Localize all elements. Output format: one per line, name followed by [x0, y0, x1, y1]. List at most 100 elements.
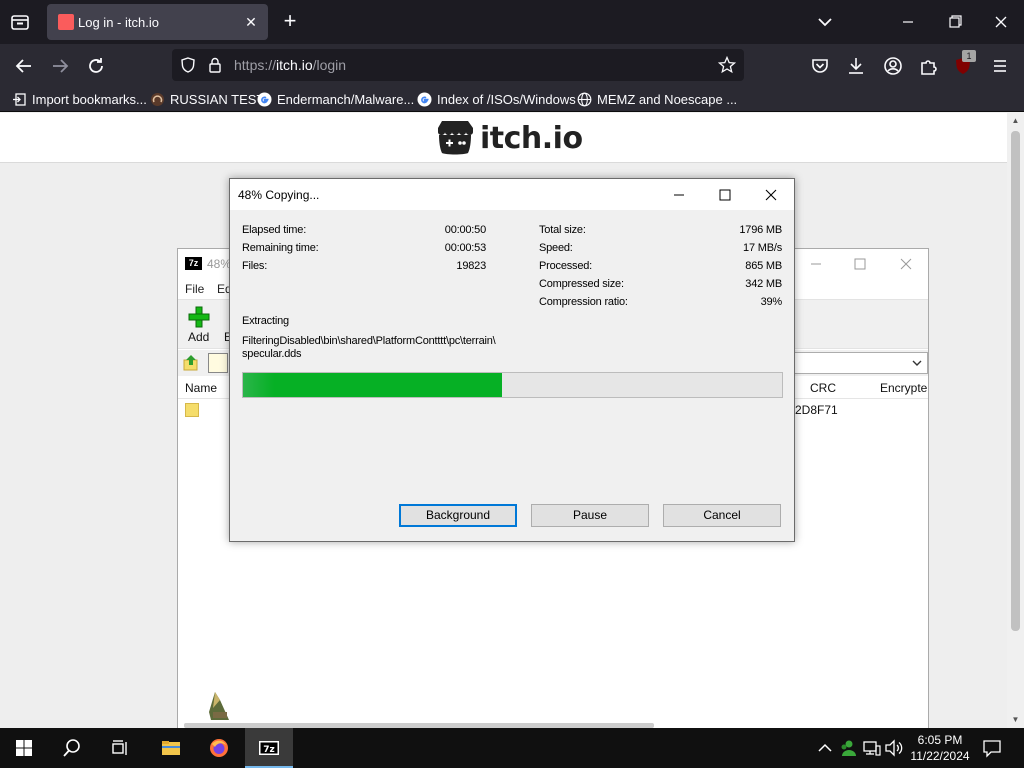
bookmark-memz-and-noescape[interactable]: MEMZ and Noescape ... — [577, 90, 737, 108]
people-tray-icon[interactable] — [838, 738, 858, 758]
column-encrypted[interactable]: Encrypte — [880, 381, 927, 395]
pause-button[interactable]: Pause — [531, 504, 649, 527]
system-clock[interactable]: 6:05 PM 11/22/2024 — [902, 732, 978, 764]
cancel-button[interactable]: Cancel — [663, 504, 781, 527]
add-button-label[interactable]: Add — [188, 330, 209, 344]
reload-icon[interactable] — [83, 53, 109, 79]
search-button[interactable] — [48, 728, 96, 768]
7zip-taskbar-button[interactable]: 7z — [245, 728, 293, 768]
remaining-time-label: Remaining time: — [242, 242, 319, 254]
page-scrollbar[interactable]: ▲ ▼ — [1007, 113, 1024, 728]
folder-icon — [162, 741, 180, 755]
volume-icon[interactable] — [884, 738, 904, 758]
scrollbar-thumb[interactable] — [1011, 131, 1020, 631]
minimize-icon[interactable] — [668, 185, 690, 205]
task-view-icon — [112, 740, 127, 755]
url-bar[interactable]: https://itch.io/login — [172, 49, 744, 81]
bookmark-endermanch-malware[interactable]: Endermanch/Malware... — [257, 90, 414, 108]
hamburger-menu-icon[interactable] — [987, 53, 1013, 79]
new-tab-icon[interactable]: + — [278, 10, 302, 34]
scroll-up-arrow-icon[interactable]: ▲ — [1011, 117, 1020, 125]
current-file-name: specular.dds — [242, 348, 302, 360]
row-crc: 2D8F71 — [795, 403, 838, 417]
bookmark-label: MEMZ and Noescape ... — [597, 91, 738, 107]
tracking-protection-shield-icon[interactable] — [180, 57, 196, 73]
progress-bar-fill — [243, 373, 502, 397]
close-icon[interactable] — [896, 255, 916, 273]
total-size-value: 1796 MB — [739, 224, 782, 236]
column-name[interactable]: Name — [185, 381, 217, 395]
itch-favicon-icon — [58, 14, 74, 30]
7zip-app-icon: 7z — [185, 257, 202, 270]
google-icon — [417, 92, 432, 106]
close-window-icon[interactable] — [986, 8, 1016, 36]
downloads-icon[interactable] — [843, 53, 869, 79]
dialog-title: 48% Copying... — [238, 188, 320, 202]
site-icon — [151, 92, 164, 106]
show-hidden-icons-chevron-icon[interactable] — [815, 738, 835, 758]
scroll-down-arrow-icon[interactable]: ▼ — [1011, 716, 1020, 724]
column-crc[interactable]: CRC — [810, 381, 836, 395]
bookmark-import-bookmarks[interactable]: Import bookmarks... — [12, 90, 147, 108]
globe-icon — [577, 92, 592, 106]
menu-file[interactable]: File — [185, 282, 204, 296]
back-arrow-icon[interactable] — [11, 53, 37, 79]
file-manager-title: 48% — [207, 257, 232, 271]
elapsed-time-label: Elapsed time: — [242, 224, 307, 236]
url-host: itch.io — [276, 57, 313, 73]
processed-label: Processed: — [539, 260, 593, 272]
firefox-view-icon[interactable] — [8, 10, 32, 34]
bookmark-star-icon[interactable] — [717, 55, 737, 74]
file-explorer-button[interactable] — [147, 728, 195, 768]
google-icon — [257, 92, 272, 106]
logo-text: itch.io — [480, 120, 583, 156]
folder-view-icon[interactable] — [208, 353, 228, 373]
itch-logo[interactable]: itch.io — [436, 120, 583, 156]
network-icon[interactable] — [862, 738, 882, 758]
pocket-icon[interactable] — [807, 53, 833, 79]
import-icon — [13, 92, 26, 106]
bookmark-label: Index of /ISOs/Windows — [437, 91, 576, 107]
compressed-size-label: Compressed size: — [539, 278, 624, 290]
chevron-down-icon — [912, 360, 922, 366]
maximize-icon[interactable] — [714, 185, 736, 205]
dialog-titlebar[interactable]: 48% Copying... — [230, 179, 794, 210]
restore-window-icon[interactable] — [940, 8, 970, 36]
clock-time: 6:05 PM — [917, 733, 963, 747]
bookmark-index-of-isos-windows[interactable]: Index of /ISOs/Windows — [417, 90, 576, 108]
list-all-tabs-chevron-icon[interactable] — [814, 12, 836, 32]
close-icon[interactable] — [760, 185, 782, 205]
bookmark-russian-test[interactable]: RUSSIAN TEST — [150, 90, 264, 108]
add-plus-icon[interactable] — [188, 306, 210, 328]
windows-logo-icon — [16, 740, 32, 756]
remaining-time-value: 00:00:53 — [444, 242, 486, 254]
folder-icon — [185, 403, 199, 417]
firefox-taskbar-button[interactable] — [195, 728, 243, 768]
firefox-icon — [210, 739, 228, 757]
browser-nav-bar: https://itch.io/login 1 — [0, 44, 1024, 86]
path-dropdown[interactable] — [792, 352, 928, 374]
task-view-button[interactable] — [96, 728, 144, 768]
lock-icon[interactable] — [207, 56, 223, 74]
close-tab-icon[interactable]: ✕ — [242, 13, 260, 31]
maximize-icon[interactable] — [850, 255, 870, 273]
account-icon[interactable] — [880, 53, 906, 79]
bookmark-label: Endermanch/Malware... — [277, 91, 415, 107]
total-size-label: Total size: — [539, 224, 586, 236]
elapsed-time-value: 00:00:50 — [444, 224, 486, 236]
extensions-puzzle-icon[interactable] — [915, 53, 941, 79]
files-value: 19823 — [456, 260, 486, 272]
browser-tab[interactable]: Log in - itch.io ✕ — [47, 4, 268, 40]
copy-progress-dialog: 48% Copying... Elapsed time: 00:00:50 Re… — [229, 178, 795, 542]
desktop-shortcut-icon[interactable] — [207, 690, 233, 724]
minimize-icon[interactable] — [806, 255, 826, 273]
notifications-icon[interactable] — [982, 738, 1002, 758]
itch-logo-icon — [438, 121, 473, 155]
progress-bar — [242, 372, 783, 398]
url-text[interactable]: https://itch.io/login — [234, 57, 346, 73]
forward-arrow-icon[interactable] — [47, 53, 73, 79]
up-folder-icon[interactable] — [182, 354, 200, 372]
background-button[interactable]: Background — [399, 504, 517, 527]
minimize-window-icon[interactable] — [893, 8, 923, 36]
start-button[interactable] — [0, 728, 48, 768]
